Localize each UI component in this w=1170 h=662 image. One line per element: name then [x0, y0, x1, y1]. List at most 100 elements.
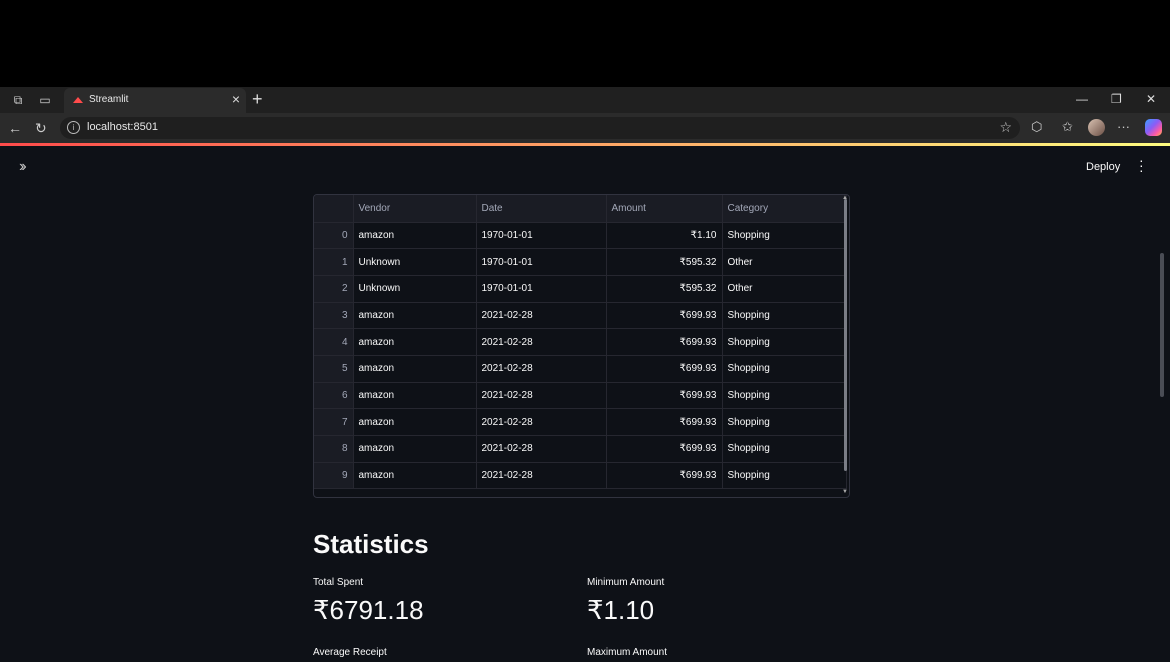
amount-cell[interactable]: ₹699.93	[606, 302, 723, 330]
close-window-icon[interactable]: ✕	[1146, 92, 1156, 106]
date-cell[interactable]: 2021-02-28	[476, 408, 607, 436]
amount-cell[interactable]: ₹699.93	[606, 462, 723, 490]
vendor-cell[interactable]: amazon	[353, 302, 477, 330]
amount-cell[interactable]: ₹699.93	[606, 382, 723, 410]
category-cell[interactable]: Other	[722, 275, 847, 303]
row-index: 2	[314, 275, 354, 303]
favorites-icon[interactable]: ✩	[1062, 119, 1073, 135]
vendor-cell[interactable]: amazon	[353, 435, 477, 463]
site-info-icon[interactable]: i	[67, 121, 80, 134]
tab-actions-icon[interactable]: ▭	[37, 92, 53, 108]
vendor-cell[interactable]: amazon	[353, 408, 477, 436]
row-index: 3	[314, 302, 354, 330]
average-receipt-label: Average Receipt	[313, 647, 387, 658]
data-table: Vendor Date Amount Category 0 amazon 1970-…	[314, 195, 847, 490]
category-cell[interactable]: Shopping	[722, 355, 847, 383]
category-cell[interactable]: Shopping	[722, 382, 847, 410]
amount-cell[interactable]: ₹699.93	[606, 328, 723, 356]
minimum-amount-label: Minimum Amount	[587, 577, 665, 588]
row-index: 9	[314, 462, 354, 490]
index-header	[314, 195, 354, 223]
tab-close-icon[interactable]: ×	[232, 91, 240, 107]
date-cell[interactable]: 1970-01-01	[476, 248, 607, 276]
date-cell[interactable]: 2021-02-28	[476, 328, 607, 356]
vendor-cell[interactable]: amazon	[353, 462, 477, 490]
column-header[interactable]: Amount	[606, 195, 723, 223]
date-cell[interactable]: 2021-02-28	[476, 435, 607, 463]
url-text: localhost:8501	[87, 121, 158, 133]
column-header[interactable]: Vendor	[353, 195, 477, 223]
table-header-row: Vendor Date Amount Category	[314, 195, 847, 223]
total-spent-label: Total Spent	[313, 577, 364, 588]
column-header[interactable]: Date	[476, 195, 607, 223]
scroll-down-arrow-icon[interactable]: ▼	[842, 489, 848, 495]
date-cell[interactable]: 2021-02-28	[476, 355, 607, 383]
row-index: 0	[314, 222, 354, 250]
table-row[interactable]: 9 amazon 2021-02-28 ₹699.93 Shopping	[314, 462, 847, 490]
vendor-cell[interactable]: Unknown	[353, 275, 477, 303]
table-row[interactable]: 3 amazon 2021-02-28 ₹699.93 Shopping	[314, 302, 847, 330]
reload-icon[interactable]: ↻	[35, 120, 47, 137]
table-row[interactable]: 2 Unknown 1970-01-01 ₹595.32 Other	[314, 275, 847, 303]
vendor-cell[interactable]: amazon	[353, 382, 477, 410]
back-icon[interactable]: ←	[8, 120, 22, 136]
streamlit-app: ›› Deploy · · · Vendor Date Amount Categor…	[0, 143, 1170, 662]
vendor-cell[interactable]: amazon	[353, 222, 477, 250]
minimum-amount-value: ₹1.10	[587, 595, 655, 625]
table-row[interactable]: 1 Unknown 1970-01-01 ₹595.32 Other	[314, 248, 847, 276]
table-row[interactable]: 0 amazon 1970-01-01 ₹1.10 Shopping	[314, 222, 847, 250]
date-cell[interactable]: 1970-01-01	[476, 275, 607, 303]
amount-cell[interactable]: ₹595.32	[606, 275, 723, 303]
top-black-area	[0, 0, 1170, 87]
main-menu-icon[interactable]: · · ·	[1139, 153, 1147, 177]
vendor-cell[interactable]: amazon	[353, 328, 477, 356]
date-cell[interactable]: 2021-02-28	[476, 382, 607, 410]
url-field[interactable]: i localhost:8501 ☆	[60, 117, 1020, 139]
category-cell[interactable]: Other	[722, 248, 847, 276]
category-cell[interactable]: Shopping	[722, 328, 847, 356]
workspaces-icon[interactable]: ⧉	[10, 92, 26, 108]
date-cell[interactable]: 2021-02-28	[476, 462, 607, 490]
category-cell[interactable]: Shopping	[722, 222, 847, 250]
table-row[interactable]: 5 amazon 2021-02-28 ₹699.93 Shopping	[314, 355, 847, 383]
browser-tab-bar: ⧉ ▭ Streamlit × + — ❐ ✕	[0, 87, 1170, 113]
expand-sidebar-icon[interactable]: ››	[19, 158, 26, 176]
amount-cell[interactable]: ₹595.32	[606, 248, 723, 276]
amount-cell[interactable]: ₹699.93	[606, 355, 723, 383]
statistics-heading: Statistics	[313, 529, 429, 559]
header-decoration	[0, 143, 1170, 146]
category-cell[interactable]: Shopping	[722, 302, 847, 330]
deploy-button[interactable]: Deploy	[1086, 161, 1120, 173]
extensions-icon[interactable]: ⬡	[1031, 119, 1042, 135]
table-row[interactable]: 4 amazon 2021-02-28 ₹699.93 Shopping	[314, 328, 847, 356]
vendor-cell[interactable]: Unknown	[353, 248, 477, 276]
dataframe-scrollbar[interactable]	[844, 199, 847, 471]
profile-avatar[interactable]	[1088, 119, 1105, 136]
maximum-amount-label: Maximum Amount	[587, 647, 668, 658]
restore-icon[interactable]: ❐	[1111, 92, 1122, 106]
category-cell[interactable]: Shopping	[722, 435, 847, 463]
browser-tab[interactable]: Streamlit ×	[64, 88, 246, 113]
minimize-icon[interactable]: —	[1076, 92, 1088, 106]
page-scrollbar[interactable]	[1160, 253, 1164, 397]
category-cell[interactable]: Shopping	[722, 408, 847, 436]
amount-cell[interactable]: ₹699.93	[606, 408, 723, 436]
favorite-star-icon[interactable]: ☆	[999, 119, 1012, 136]
amount-cell[interactable]: ₹699.93	[606, 435, 723, 463]
table-row[interactable]: 8 amazon 2021-02-28 ₹699.93 Shopping	[314, 435, 847, 463]
date-cell[interactable]: 1970-01-01	[476, 222, 607, 250]
vendor-cell[interactable]: amazon	[353, 355, 477, 383]
receipts-dataframe[interactable]: Vendor Date Amount Category 0 amazon 1970-…	[313, 194, 850, 498]
date-cell[interactable]: 2021-02-28	[476, 302, 607, 330]
category-cell[interactable]: Shopping	[722, 462, 847, 490]
table-row[interactable]: 7 amazon 2021-02-28 ₹699.93 Shopping	[314, 408, 847, 436]
more-menu-icon[interactable]: ···	[1117, 119, 1130, 134]
new-tab-icon[interactable]: +	[252, 89, 263, 109]
row-index: 6	[314, 382, 354, 410]
tab-title: Streamlit	[89, 94, 129, 105]
copilot-icon[interactable]	[1145, 119, 1162, 136]
column-header[interactable]: Category	[722, 195, 847, 223]
row-index: 5	[314, 355, 354, 383]
table-row[interactable]: 6 amazon 2021-02-28 ₹699.93 Shopping	[314, 382, 847, 410]
amount-cell[interactable]: ₹1.10	[606, 222, 723, 250]
